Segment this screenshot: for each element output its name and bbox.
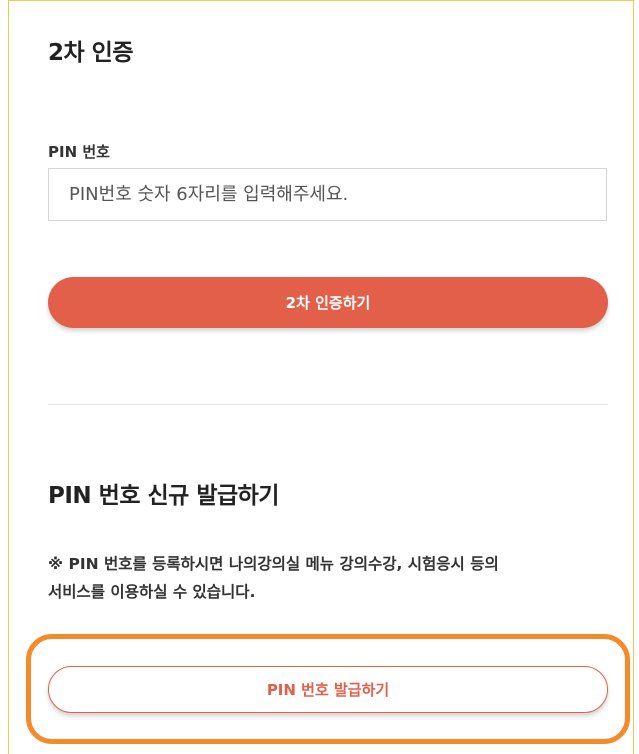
pin-field-label: PIN 번호 (48, 143, 110, 161)
notice-line-1: ※ PIN 번호를 등록하시면 나의강의실 메뉴 강의수강, 시험응시 등의 (48, 555, 499, 573)
notice-line-2: 서비스를 이용하실 수 있습니다. (48, 583, 256, 601)
pin-issue-section-title: PIN 번호 신규 발급하기 (48, 483, 279, 509)
pin-issue-button[interactable]: PIN 번호 발급하기 (48, 666, 608, 713)
second-auth-submit-button[interactable]: 2차 인증하기 (48, 277, 608, 328)
pin-input[interactable] (48, 168, 607, 221)
page-title: 2차 인증 (48, 40, 134, 66)
auth-panel (8, 0, 634, 754)
section-divider (48, 404, 608, 405)
pin-notice-text: ※ PIN 번호를 등록하시면 나의강의실 메뉴 강의수강, 시험응시 등의 서… (48, 550, 608, 606)
